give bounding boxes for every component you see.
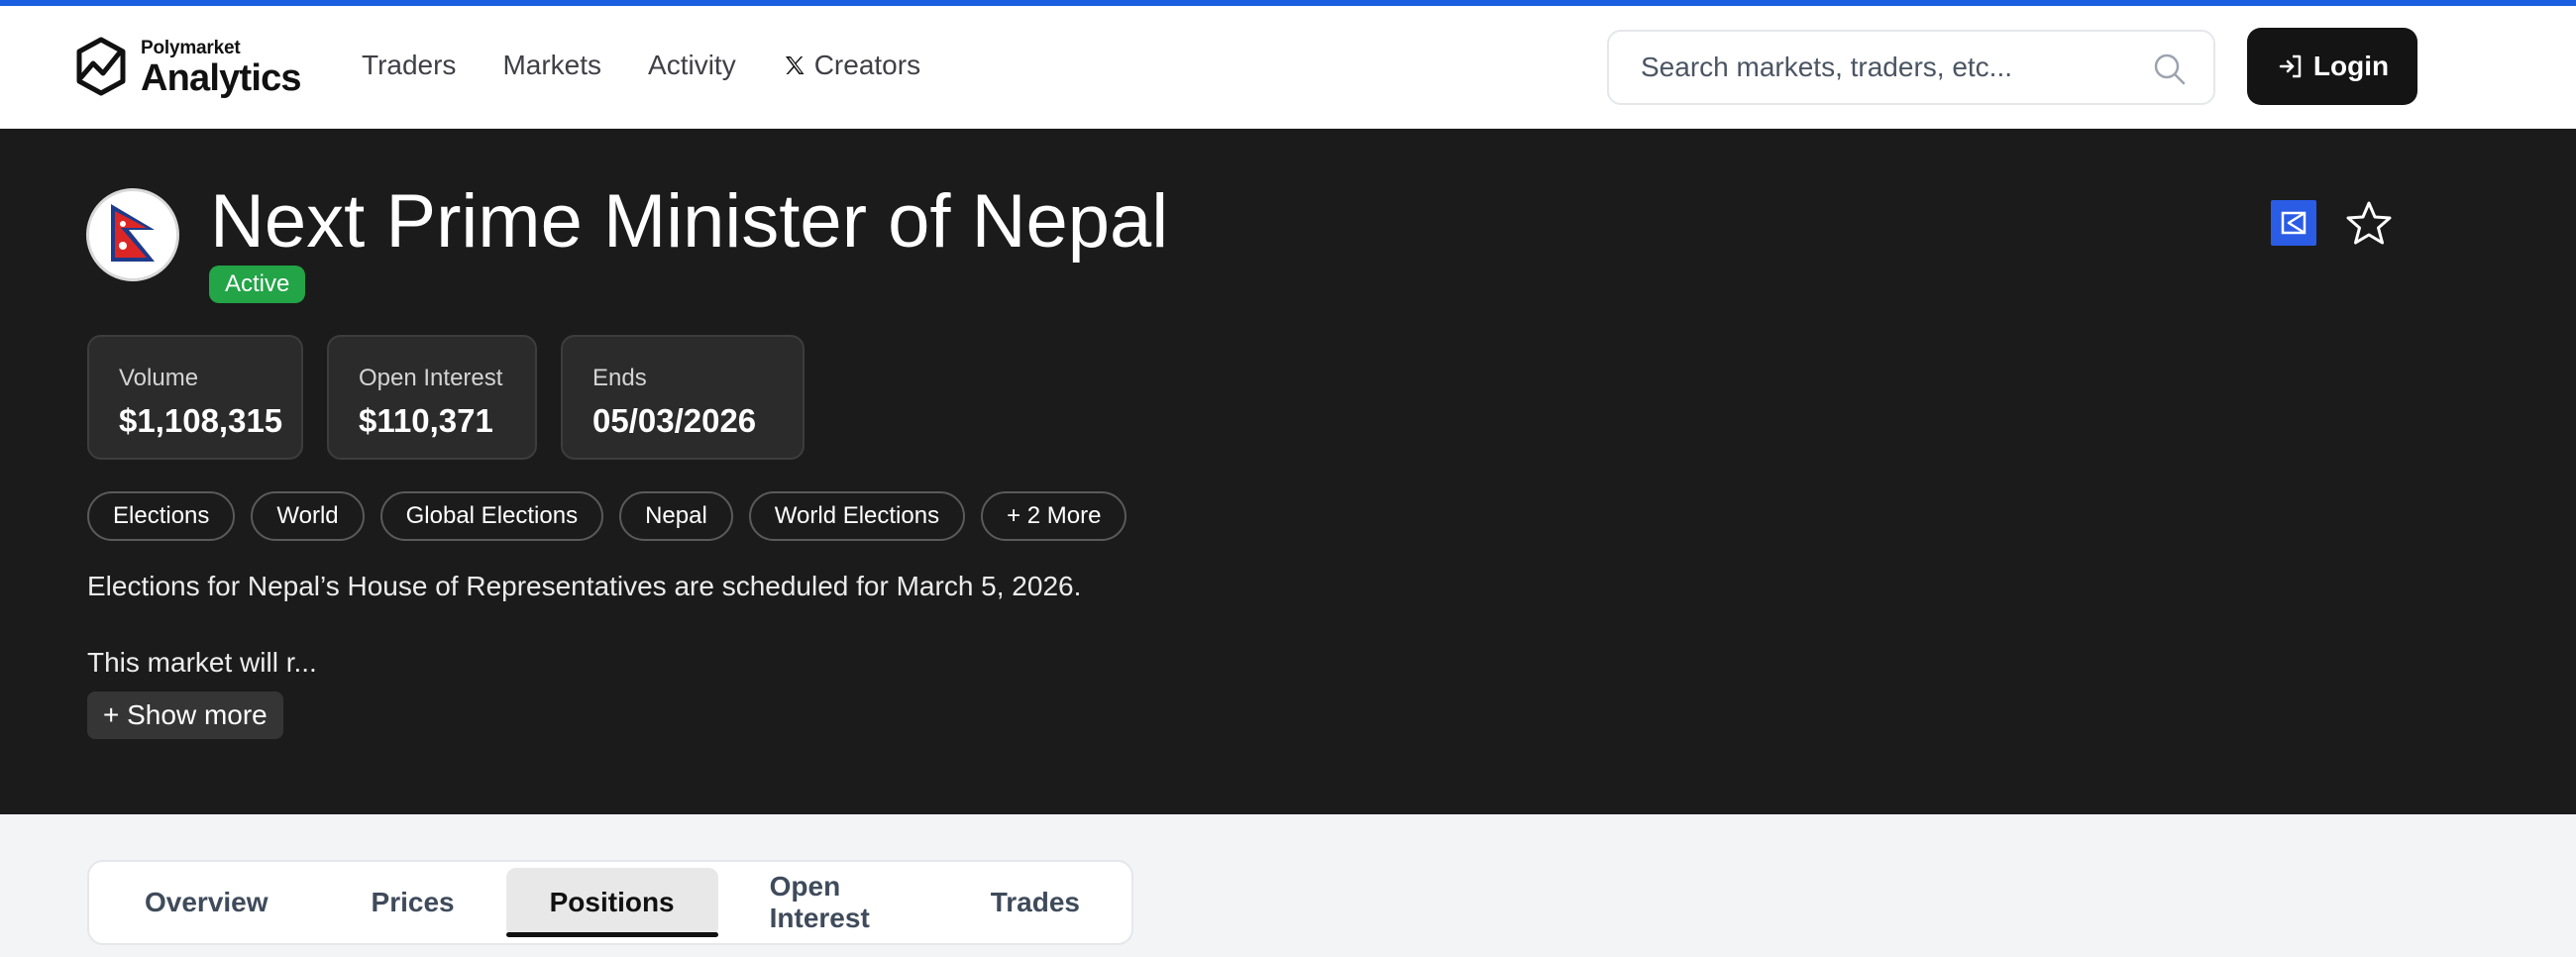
tab-positions[interactable]: Positions [505,868,718,937]
search-input[interactable] [1641,52,2126,83]
login-label: Login [2312,51,2390,81]
site-header: Polymarket Analytics Traders Markets Act… [0,6,2576,129]
tab-overview[interactable]: Overview [93,868,320,937]
login-button[interactable]: Login [2247,28,2417,105]
logo[interactable]: Polymarket Analytics [73,36,302,99]
embed-button[interactable] [2271,200,2316,246]
stat-label: Ends [592,365,647,391]
tag-world[interactable]: World [251,491,365,541]
nav-creators[interactable]: Creators [783,50,920,81]
market-avatar [86,188,179,281]
stat-value: $1,108,315 [119,402,283,439]
stat-volume: Volume $1,108,315 [87,335,303,460]
nepal-flag-icon [111,204,155,262]
show-more-button[interactable]: + Show more [87,691,283,739]
market-description: Elections for Nepal’s House of Represent… [87,571,1082,601]
tag-elections[interactable]: Elections [87,491,236,541]
tab-trades[interactable]: Trades [939,868,1131,937]
market-stats: Volume $1,108,315 Open Interest $110,371… [87,335,828,460]
tag-nepal[interactable]: Nepal [619,491,733,541]
embed-icon [2281,211,2307,235]
tab-prices[interactable]: Prices [320,868,506,937]
x-logo-icon [785,56,805,74]
logo-small-text: Polymarket [141,37,241,58]
market-tags: Elections World Global Elections Nepal W… [87,491,1142,541]
logo-icon [76,37,126,96]
stat-label: Open Interest [359,365,503,391]
stat-open-interest: Open Interest $110,371 [327,335,537,460]
main-nav: Traders Markets Activity Creators [362,50,967,81]
nav-traders[interactable]: Traders [362,50,456,81]
stat-label: Volume [119,365,199,391]
tag-world-elections[interactable]: World Elections [748,491,966,541]
tag-more[interactable]: + 2 More [981,491,1127,541]
tab-open-interest[interactable]: Open Interest [718,868,939,937]
star-icon[interactable] [2344,198,2394,248]
market-title: Next Prime Minister of Nepal [210,179,1169,264]
status-badge: Active [209,266,306,303]
search-box[interactable] [1607,30,2215,105]
tag-global-elections[interactable]: Global Elections [379,491,604,541]
market-tabs: Overview Prices Positions Open Interest … [87,860,1133,945]
nav-creators-label: Creators [813,50,921,80]
logo-big-text: Analytics [141,56,302,99]
search-icon[interactable] [2152,52,2188,87]
nav-markets[interactable]: Markets [502,50,601,81]
login-icon [2279,54,2302,78]
nav-activity[interactable]: Activity [648,50,736,81]
stat-ends: Ends 05/03/2026 [561,335,805,460]
market-description-truncated: This market will r... [87,647,317,678]
stat-value: $110,371 [359,402,493,439]
market-hero: Next Prime Minister of Nepal Active Volu… [0,129,2576,814]
stat-value: 05/03/2026 [592,402,757,439]
